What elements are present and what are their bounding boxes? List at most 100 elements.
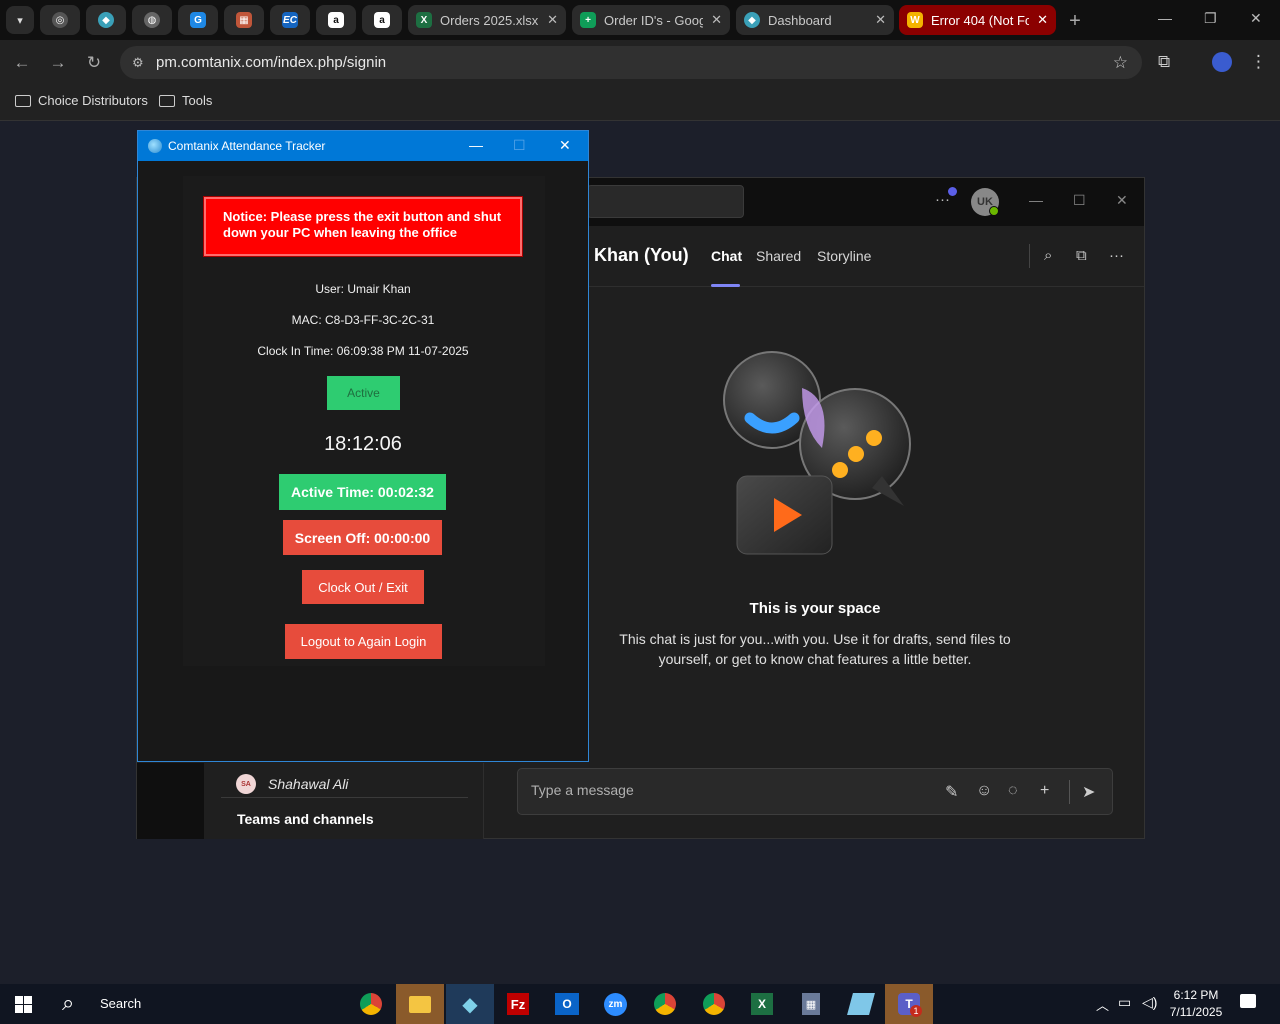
bookmark-star-icon[interactable]: ☆: [1113, 53, 1128, 73]
notes-icon[interactable]: [847, 993, 875, 1015]
chrome-icon[interactable]: [360, 993, 382, 1015]
extensions-icon[interactable]: ⧉: [1158, 52, 1170, 72]
network-icon[interactable]: ▭: [1118, 994, 1131, 1011]
tracker-app-icon: [148, 139, 162, 153]
teams-minimize-icon[interactable]: —: [1029, 192, 1043, 208]
file-explorer-icon[interactable]: [396, 984, 444, 1024]
pinned-tab-4[interactable]: G: [178, 5, 218, 35]
calculator-icon[interactable]: ▦: [802, 993, 820, 1015]
teams-maximize-icon[interactable]: ☐: [1073, 192, 1086, 209]
chat-header: ir Khan (You) Chat Shared Storyline ⌕ ⧉ …: [577, 226, 1144, 287]
message-input[interactable]: Type a message: [531, 782, 634, 798]
pinned-tab-6[interactable]: EC: [270, 5, 310, 35]
teams-search-input[interactable]: [587, 185, 744, 218]
pinned-tab-7[interactable]: a: [316, 5, 356, 35]
pinned-tab-8[interactable]: a: [362, 5, 402, 35]
back-arrow-icon[interactable]: ←: [9, 50, 35, 76]
close-icon[interactable]: ✕: [711, 12, 722, 28]
notifications-icon[interactable]: [1240, 994, 1256, 1008]
clock-date[interactable]: 7/11/2025: [1164, 1005, 1228, 1019]
bookmark-folder-tools[interactable]: Tools: [159, 93, 212, 108]
teams-chat-list: SA Shahawal Ali Teams and channels: [137, 763, 484, 839]
profile-avatar[interactable]: [1212, 52, 1232, 72]
tracker-maximize-icon: ☐: [513, 137, 526, 153]
tab-order-ids[interactable]: + Order ID's - Goog ✕: [572, 5, 730, 35]
pinned-tab-2[interactable]: ◆: [86, 5, 126, 35]
tab-shared[interactable]: Shared: [756, 248, 801, 264]
chrome-profile-icon[interactable]: [654, 993, 676, 1015]
amazon-icon: a: [374, 12, 390, 28]
bookmark-folder-choice-distributors[interactable]: Choice Distributors: [15, 93, 148, 108]
dot-3: [866, 430, 882, 446]
dashboard-app-icon[interactable]: ◆: [446, 984, 494, 1024]
kebab-menu-icon[interactable]: ⋮: [1250, 52, 1267, 72]
tab-search-chevron-icon[interactable]: ▾: [6, 6, 34, 34]
logout-button[interactable]: Logout to Again Login: [285, 624, 442, 659]
tab-storyline[interactable]: Storyline: [817, 248, 871, 264]
chat-space-illustration: [723, 351, 911, 555]
tracker-minimize-icon[interactable]: —: [469, 137, 483, 153]
tab-chat[interactable]: Chat: [711, 248, 742, 264]
tab-error-404[interactable]: W Error 404 (Not Fo ✕: [899, 5, 1056, 35]
filezilla-icon[interactable]: Fz: [507, 993, 529, 1015]
loop-icon[interactable]: ◌: [1008, 782, 1018, 800]
tab-dashboard[interactable]: ◆ Dashboard ✕: [736, 5, 894, 35]
divider: [221, 797, 468, 798]
more-icon[interactable]: ···: [1109, 247, 1124, 264]
tab-orders-xlsx[interactable]: X Orders 2025.xlsx ✕: [408, 5, 566, 35]
pinned-tab-1[interactable]: ◎: [40, 5, 80, 35]
site-info-icon[interactable]: ⚙: [132, 55, 156, 71]
mac-label: MAC: C8-D3-FF-3C-2C-31: [291, 313, 435, 327]
dashboard-icon: ◆: [744, 12, 760, 28]
message-compose-box[interactable]: Type a message ✎ ☺ ◌ + ➤: [517, 768, 1113, 815]
compose-divider: [1069, 780, 1070, 804]
error-page-icon: W: [907, 12, 923, 28]
teams-icon[interactable]: T: [885, 984, 933, 1024]
excel-icon: X: [416, 12, 432, 28]
excel-icon[interactable]: X: [751, 993, 773, 1015]
close-icon[interactable]: ✕: [875, 12, 886, 28]
browser-tab-strip: ▾ ◎ ◆ ◍ G ▦ EC a a X Orders 2025.xlsx ✕ …: [0, 0, 1280, 40]
teams-close-icon[interactable]: ✕: [1116, 192, 1128, 209]
tracker-close-icon[interactable]: ✕: [559, 137, 571, 154]
search-icon[interactable]: ⌕: [1044, 247, 1052, 264]
pinned-tab-3[interactable]: ◍: [132, 5, 172, 35]
address-bar[interactable]: ⚙ pm.comtanix.com/index.php/signin ☆: [120, 46, 1142, 79]
close-icon[interactable]: ✕: [547, 12, 558, 28]
teams-and-channels-heading[interactable]: Teams and channels: [237, 811, 374, 827]
clock-in-label: Clock In Time: 06:09:38 PM 11-07-2025: [257, 344, 469, 358]
search-icon[interactable]: ⌕: [62, 990, 74, 1016]
chat-list-item[interactable]: SA Shahawal Ali: [236, 774, 348, 794]
notice-banner: Notice: Please press the exit button and…: [203, 196, 523, 257]
outlook-icon[interactable]: O: [555, 993, 579, 1015]
clock-out-exit-button[interactable]: Clock Out / Exit: [302, 570, 424, 604]
browser-toolbar: ← → ↻ ⚙ pm.comtanix.com/index.php/signin…: [0, 40, 1280, 85]
bookmark-label: Tools: [182, 93, 213, 108]
pop-out-icon[interactable]: ⧉: [1076, 247, 1087, 264]
volume-icon[interactable]: ◁): [1142, 994, 1157, 1011]
tab-label: Dashboard: [768, 12, 832, 28]
close-icon[interactable]: ✕: [1037, 12, 1048, 28]
restore-icon[interactable]: ❐: [1204, 10, 1217, 27]
forward-arrow-icon[interactable]: →: [45, 50, 71, 76]
tracker-titlebar: Comtanix Attendance Tracker — ☐ ✕: [138, 131, 588, 161]
bookmark-label: Choice Distributors: [38, 93, 148, 108]
folder-icon: [159, 94, 175, 107]
add-icon[interactable]: +: [1040, 782, 1049, 800]
minimize-icon[interactable]: —: [1158, 10, 1172, 26]
new-tab-plus-icon[interactable]: +: [1062, 8, 1088, 34]
windows-start-icon[interactable]: [15, 996, 32, 1013]
send-icon[interactable]: ➤: [1082, 782, 1095, 802]
close-window-icon[interactable]: ✕: [1250, 10, 1262, 27]
pinned-tab-5[interactable]: ▦: [224, 5, 264, 35]
emoji-icon[interactable]: ☺: [976, 782, 992, 800]
taskbar-search-label[interactable]: Search: [100, 996, 141, 1011]
zoom-icon[interactable]: zm: [604, 993, 627, 1016]
space-title: This is your space: [749, 600, 881, 617]
format-icon[interactable]: ✎: [945, 782, 958, 802]
reload-icon[interactable]: ↻: [81, 50, 107, 76]
chevron-up-icon[interactable]: ︿: [1096, 995, 1109, 1014]
chrome-profile2-icon[interactable]: [703, 993, 725, 1015]
clock-time[interactable]: 6:12 PM: [1168, 988, 1224, 1002]
url-text[interactable]: pm.comtanix.com/index.php/signin: [156, 54, 386, 71]
